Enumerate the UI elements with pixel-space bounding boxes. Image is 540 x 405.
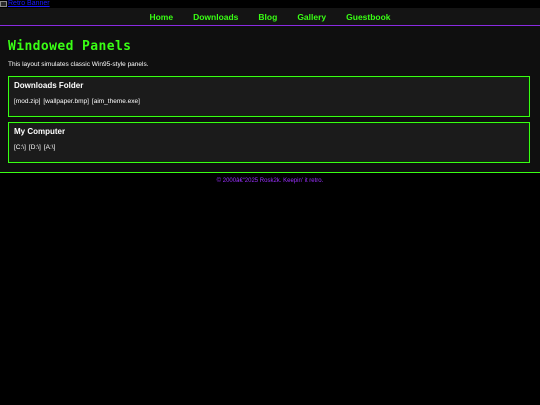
panel-file-list: [mod.zip] [wallpaper.bmp] [aim_theme.exe… bbox=[14, 98, 140, 105]
panel-my-computer: My Computer [C:\] [D:\] [A:\] bbox=[8, 122, 530, 163]
intro-text: This layout simulates classic Win95-styl… bbox=[8, 61, 149, 68]
panel-drive-list: [C:\] [D:\] [A:\] bbox=[14, 144, 55, 151]
retro-banner-alt-text: Retro Banner bbox=[8, 0, 50, 7]
broken-image-icon bbox=[0, 1, 7, 7]
nav-link-gallery[interactable]: Gallery bbox=[297, 12, 326, 22]
panel-downloads-folder: Downloads Folder [mod.zip] [wallpaper.bm… bbox=[8, 76, 530, 117]
main-content: Windowed Panels This layout simulates cl… bbox=[0, 26, 540, 173]
nav-link-home[interactable]: Home bbox=[149, 12, 173, 22]
retro-banner-link[interactable]: Retro Banner bbox=[0, 0, 50, 8]
nav-link-guestbook[interactable]: Guestbook bbox=[346, 12, 390, 22]
footer-text: © 2000â€“2025 Rosk2k. Keepin' it retro. bbox=[216, 178, 324, 184]
page-title: Windowed Panels bbox=[8, 39, 132, 54]
main-nav: Home Downloads Blog Gallery Guestbook bbox=[0, 8, 540, 26]
nav-link-blog[interactable]: Blog bbox=[258, 12, 277, 22]
panel-title: My Computer bbox=[14, 127, 66, 136]
file-item-mod-zip[interactable]: [mod.zip] bbox=[14, 98, 40, 105]
drive-item-a[interactable]: [A:\] bbox=[44, 144, 56, 151]
nav-link-downloads[interactable]: Downloads bbox=[193, 12, 238, 22]
panel-title: Downloads Folder bbox=[14, 81, 84, 90]
file-item-wallpaper-bmp[interactable]: [wallpaper.bmp] bbox=[43, 98, 89, 105]
file-item-aim-theme-exe[interactable]: [aim_theme.exe] bbox=[92, 98, 140, 105]
drive-item-c[interactable]: [C:\] bbox=[14, 144, 26, 151]
drive-item-d[interactable]: [D:\] bbox=[29, 144, 41, 151]
